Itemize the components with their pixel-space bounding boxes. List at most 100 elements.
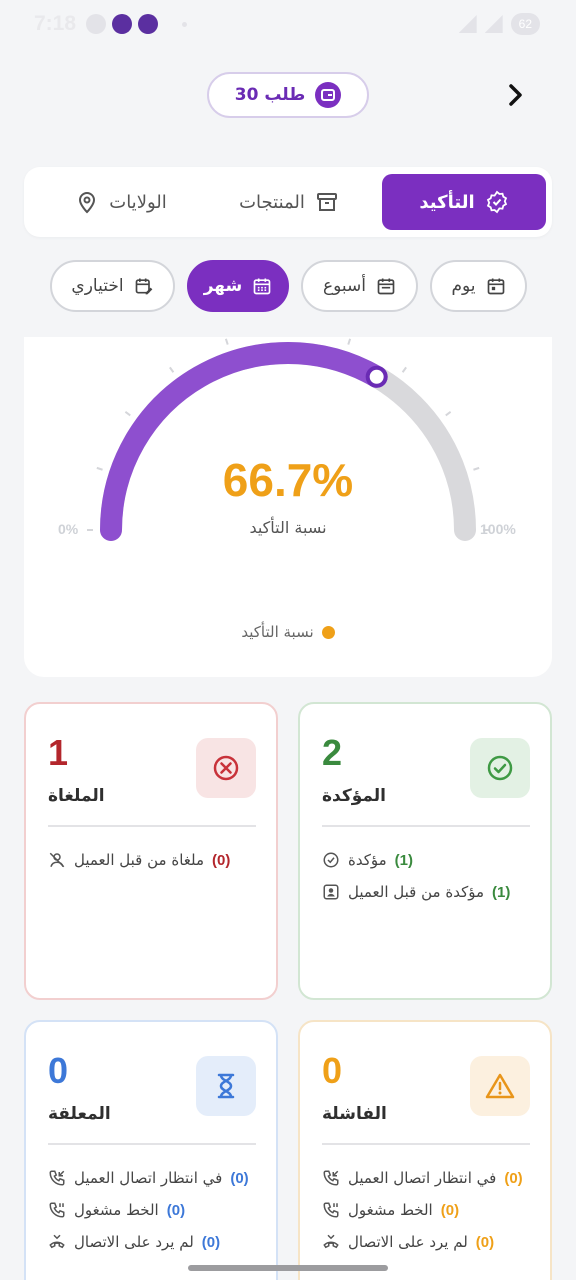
warning-icon	[470, 1056, 530, 1116]
failed-title: الفاشلة	[322, 1104, 387, 1124]
tab-label: الولايات	[109, 191, 167, 213]
detail-count: (0)	[440, 1201, 460, 1219]
cancelled-orders-card[interactable]: 1 الملغاة (0) ملغاة من قبل العميل	[24, 702, 278, 1000]
gauge-legend: نسبة التأكيد	[24, 623, 552, 641]
phone-incoming-icon	[323, 1170, 339, 1186]
gauge-tick	[347, 338, 352, 345]
cancel-circle-icon	[196, 738, 256, 798]
status-time: 7:18	[34, 12, 77, 35]
app-notification-icon	[138, 14, 158, 34]
confirmed-title: المؤكدة	[322, 786, 387, 806]
tab-products[interactable]: المنتجات	[214, 174, 364, 230]
chip-label: يوم	[451, 276, 476, 296]
failed-details: (0) في انتظار اتصال العميل (0) الخط مشغو…	[322, 1162, 530, 1258]
badge-check-icon	[486, 190, 507, 214]
archive-icon	[316, 193, 337, 211]
card-divider	[322, 825, 530, 827]
map-pin-icon	[79, 192, 96, 214]
home-indicator[interactable]	[188, 1265, 388, 1271]
more-notifications-icon	[182, 21, 187, 27]
wifi-icon	[458, 15, 477, 33]
gauge-caption: نسبة التأكيد	[249, 518, 327, 537]
cancelled-title: الملغاة	[48, 786, 105, 806]
chevron-right-icon	[509, 84, 522, 106]
tab-confirmation[interactable]: التأكيد	[382, 174, 546, 230]
detail-label: ملغاة من قبل العميل	[74, 851, 205, 869]
card-divider	[48, 825, 256, 827]
confirmed-count: 2	[322, 732, 343, 773]
phone-missed-icon	[49, 1234, 65, 1249]
phone-missed-icon	[323, 1234, 339, 1249]
signal-icon	[484, 15, 503, 33]
hourglass-icon	[196, 1056, 256, 1116]
failed-orders-card[interactable]: 0 الفاشلة (0) في انتظار اتصال العميل (0)…	[298, 1020, 552, 1280]
pending-details: (0) في انتظار اتصال العميل (0) الخط مشغو…	[48, 1162, 256, 1258]
phone-pause-icon	[323, 1202, 339, 1218]
detail-confirmed-by-customer: (1) مؤكدة من قبل العميل	[322, 876, 530, 908]
detail-count: (0)	[212, 851, 231, 869]
badge-check-icon	[323, 852, 339, 868]
wallet-icon	[315, 82, 342, 108]
system-icons: 62	[458, 13, 540, 35]
calendar-day-icon	[487, 278, 504, 295]
failed-count: 0	[322, 1050, 343, 1091]
detail-awaiting-customer-call: (0) في انتظار اتصال العميل	[48, 1162, 256, 1194]
back-button[interactable]	[504, 80, 528, 110]
period-week-chip[interactable]: أسبوع	[301, 260, 418, 312]
chip-label: شهر	[203, 276, 243, 296]
detail-count: (0)	[166, 1201, 186, 1219]
pending-orders-card[interactable]: 0 المعلقة (0) في انتظار اتصال العميل (0)…	[24, 1020, 278, 1280]
detail-count: (0)	[475, 1233, 495, 1251]
detail-count: (0)	[504, 1169, 523, 1187]
period-day-chip[interactable]: يوم	[430, 260, 527, 312]
detail-cancelled-by-customer: (0) ملغاة من قبل العميل	[48, 844, 256, 876]
user-badge-icon	[323, 884, 339, 900]
confirmed-details: (1) مؤكدة (1) مؤكدة من قبل العميل	[322, 844, 530, 908]
gauge-tick	[224, 338, 229, 345]
legend-dot	[321, 625, 335, 639]
gauge-tick	[445, 411, 452, 417]
confirmed-orders-card[interactable]: 2 المؤكدة (1) مؤكدة (1) مؤكدة من قبل الع…	[298, 702, 552, 1000]
gauge-tick	[169, 366, 175, 373]
card-divider	[48, 1143, 256, 1145]
detail-label: الخط مشغول	[348, 1201, 433, 1219]
notification-icon	[86, 14, 106, 34]
detail-count: (1)	[394, 851, 414, 869]
pending-count: 0	[48, 1050, 69, 1091]
detail-label: الخط مشغول	[74, 1201, 159, 1219]
detail-count: (0)	[201, 1233, 221, 1251]
calendar-edit-icon	[135, 278, 152, 295]
battery-icon: 62	[510, 13, 540, 35]
phone-incoming-icon	[49, 1170, 65, 1186]
detail-label: في انتظار اتصال العميل	[348, 1169, 497, 1187]
detail-no-answer: (0) لم يرد على الاتصال	[322, 1226, 530, 1258]
cancelled-count: 1	[48, 732, 69, 773]
status-bar: 7:18 62	[0, 0, 576, 50]
chip-label: أسبوع	[322, 276, 367, 296]
detail-no-answer: (0) لم يرد على الاتصال	[48, 1226, 256, 1258]
orders-count-pill[interactable]: 30 طلب	[207, 72, 369, 118]
detail-label: لم يرد على الاتصال	[348, 1233, 468, 1251]
tab-label: التأكيد	[419, 191, 475, 213]
detail-line-busy: (0) الخط مشغول	[48, 1194, 256, 1226]
tab-states[interactable]: الولايات	[46, 174, 196, 230]
tab-label: المنتجات	[239, 191, 305, 213]
chip-label: اختياري	[71, 276, 124, 296]
notification-icons	[86, 14, 187, 34]
tab-bar: الولايات المنتجات التأكيد	[24, 167, 552, 237]
detail-confirmed: (1) مؤكدة	[322, 844, 530, 876]
pending-title: المعلقة	[48, 1104, 111, 1124]
orders-count-label: 30 طلب	[234, 85, 306, 105]
detail-line-busy: (0) الخط مشغول	[322, 1194, 530, 1226]
calendar-week-icon	[377, 278, 395, 295]
period-custom-chip[interactable]: اختياري	[50, 260, 175, 312]
detail-label: لم يرد على الاتصال	[74, 1233, 194, 1251]
check-circle-icon	[470, 738, 530, 798]
phone-pause-icon	[49, 1202, 65, 1218]
detail-count: (1)	[492, 883, 511, 901]
detail-label: مؤكدة من قبل العميل	[348, 883, 485, 901]
period-month-chip[interactable]: شهر	[187, 260, 289, 312]
gauge-tick	[124, 411, 131, 417]
gauge-tick	[401, 366, 407, 373]
gauge-value: 66.7%	[222, 454, 354, 506]
